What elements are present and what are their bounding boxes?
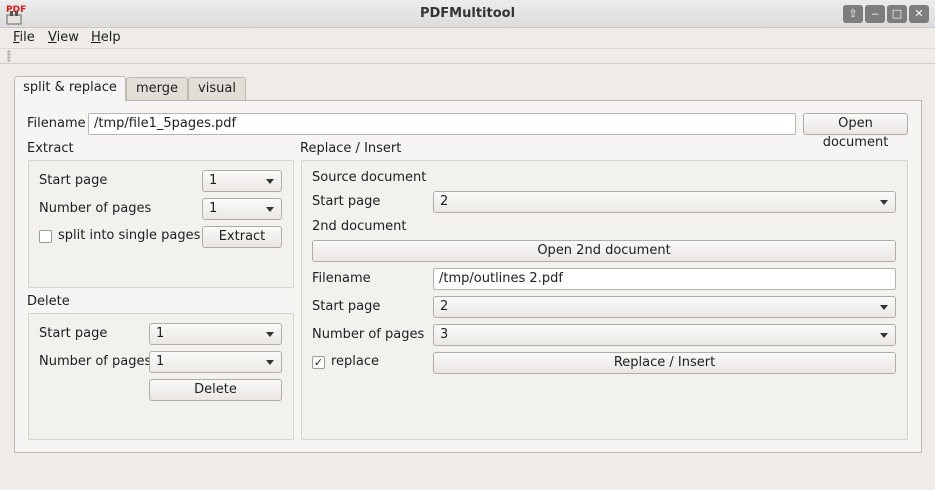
replace-checkbox[interactable]: ✓ <box>312 356 325 369</box>
second-start-page-label: Start page <box>312 299 381 314</box>
chevron-down-icon <box>880 305 888 310</box>
delete-num-pages-value: 1 <box>156 354 165 369</box>
window-up-button[interactable]: ⇧ <box>843 5 863 23</box>
replace-title: Replace / Insert <box>300 141 402 156</box>
replace-num-pages-value: 3 <box>440 327 449 342</box>
split-single-pages-checkbox[interactable] <box>39 230 52 243</box>
window-title: PDFMultitool <box>419 6 516 21</box>
window-maximize-button[interactable]: □ <box>887 5 907 23</box>
window-close-button[interactable]: ✕ <box>909 5 929 23</box>
source-document-title: Source document <box>312 170 427 185</box>
source-start-page-label: Start page <box>312 194 381 209</box>
open-2nd-document-button[interactable]: Open 2nd document <box>312 240 896 262</box>
open-document-button[interactable]: Open document <box>803 113 908 150</box>
filename-input[interactable]: /tmp/file1_5pages.pdf <box>88 113 796 135</box>
second-start-page-select[interactable]: 2 <box>433 296 896 318</box>
split-single-pages-label: split into single pages <box>58 228 201 243</box>
extract-num-pages-select[interactable]: 1 <box>202 198 282 220</box>
toolbar <box>0 48 935 64</box>
filename-label: Filename <box>27 116 86 131</box>
chevron-down-icon <box>266 332 274 337</box>
extract-button[interactable]: Extract <box>202 226 282 248</box>
extract-title: Extract <box>27 141 74 156</box>
tab-split-replace[interactable]: split & replace <box>14 76 126 101</box>
extract-start-page-value: 1 <box>209 173 218 188</box>
title-bar: PDFMultitool <box>0 0 935 28</box>
window-minimize-button[interactable]: ‒ <box>865 5 885 23</box>
delete-button[interactable]: Delete <box>149 379 282 401</box>
extract-start-page-select[interactable]: 1 <box>202 170 282 192</box>
source-start-page-select[interactable]: 2 <box>433 191 896 213</box>
second-filename-input[interactable]: /tmp/outlines 2.pdf <box>433 268 896 290</box>
delete-title: Delete <box>27 294 70 309</box>
delete-num-pages-select[interactable]: 1 <box>149 351 282 373</box>
check-icon: ✓ <box>313 356 324 369</box>
chevron-down-icon <box>880 333 888 338</box>
replace-insert-button[interactable]: Replace / Insert <box>433 352 896 374</box>
menu-bar: File View Help <box>0 28 935 48</box>
replace-num-pages-select[interactable]: 3 <box>433 324 896 346</box>
tab-visual[interactable]: visual <box>188 77 246 100</box>
replace-num-pages-label: Number of pages <box>312 327 425 342</box>
app-icon-text: PDF <box>6 5 26 15</box>
second-document-title: 2nd document <box>312 219 407 234</box>
menu-view[interactable]: View <box>48 30 79 45</box>
source-start-page-value: 2 <box>440 194 449 209</box>
delete-start-page-label: Start page <box>39 326 108 341</box>
chevron-down-icon <box>266 360 274 365</box>
extract-num-pages-label: Number of pages <box>39 201 152 216</box>
chevron-down-icon <box>880 200 888 205</box>
chevron-down-icon <box>266 207 274 212</box>
delete-start-page-value: 1 <box>156 326 165 341</box>
second-filename-label: Filename <box>312 271 371 286</box>
toolbar-grip-handle[interactable] <box>7 50 11 62</box>
delete-num-pages-label: Number of pages <box>39 354 152 369</box>
menu-help[interactable]: Help <box>91 30 121 45</box>
menu-file[interactable]: File <box>13 30 35 45</box>
extract-start-page-label: Start page <box>39 173 108 188</box>
delete-start-page-select[interactable]: 1 <box>149 323 282 345</box>
extract-num-pages-value: 1 <box>209 201 218 216</box>
second-start-page-value: 2 <box>440 299 449 314</box>
app-icon: PDF <box>5 3 27 25</box>
tab-merge[interactable]: merge <box>126 77 188 100</box>
replace-checkbox-label: replace <box>331 354 380 369</box>
chevron-down-icon <box>266 179 274 184</box>
